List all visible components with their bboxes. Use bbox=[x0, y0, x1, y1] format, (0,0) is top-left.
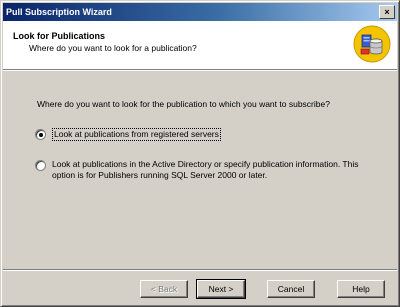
close-button[interactable]: × bbox=[379, 5, 395, 19]
title-bar[interactable]: Pull Subscription Wizard × bbox=[3, 3, 397, 21]
footer-divider bbox=[3, 269, 397, 271]
page-subtitle: Where do you want to look for a publicat… bbox=[29, 43, 197, 53]
option-label[interactable]: Look at publications in the Active Direc… bbox=[52, 159, 365, 181]
cancel-button[interactable]: Cancel bbox=[267, 280, 315, 298]
radio-active-directory[interactable] bbox=[35, 160, 46, 171]
help-button[interactable]: Help bbox=[337, 280, 385, 298]
option-label[interactable]: Look at publications from registered ser… bbox=[52, 128, 221, 141]
question-label: Where do you want to look for the public… bbox=[37, 99, 330, 109]
close-icon: × bbox=[384, 6, 390, 17]
back-button[interactable]: < Back bbox=[140, 280, 188, 298]
database-wizard-icon bbox=[353, 25, 391, 63]
window-title: Pull Subscription Wizard bbox=[6, 7, 112, 17]
next-button[interactable]: Next > bbox=[196, 279, 246, 299]
page-title: Look for Publications bbox=[13, 31, 106, 41]
option-active-directory[interactable]: Look at publications in the Active Direc… bbox=[35, 159, 365, 181]
radio-registered-servers[interactable] bbox=[35, 129, 46, 140]
header-divider bbox=[3, 69, 397, 71]
wizard-header: Look for Publications Where do you want … bbox=[3, 21, 397, 69]
option-registered-servers[interactable]: Look at publications from registered ser… bbox=[35, 128, 221, 141]
wizard-window: Pull Subscription Wizard × Look for Publ… bbox=[0, 0, 400, 307]
